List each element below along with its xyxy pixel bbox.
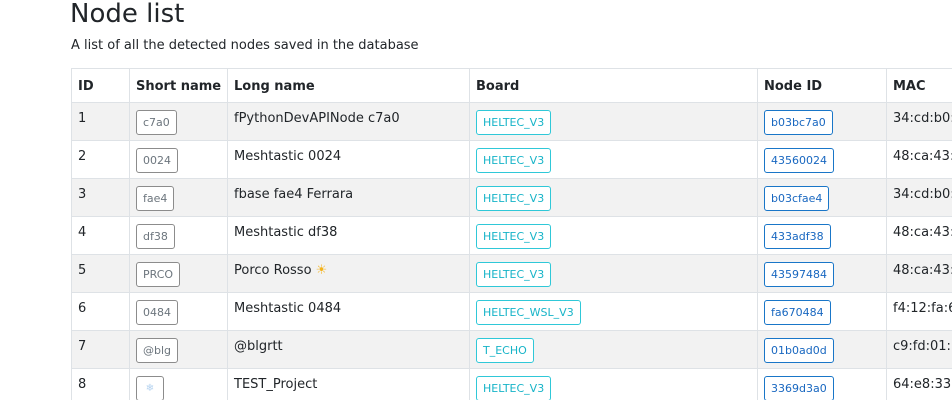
table-row[interactable]: 6 0484 Meshtastic 0484 HELTEC_WSL_V3 fa6… — [71, 292, 952, 331]
node-list-page: Node list A list of all the detected nod… — [0, 0, 952, 400]
cell-long-name: fPythonDevAPINode c7a0 — [227, 102, 470, 141]
column-header-long-name[interactable]: Long name — [227, 68, 470, 103]
cell-long-name: TEST_Project — [227, 368, 470, 400]
cell-board: HELTEC_V3 — [469, 368, 758, 400]
cell-id: 1 — [71, 102, 130, 141]
board-badge: HELTEC_WSL_V3 — [476, 300, 581, 325]
cell-short-name: c7a0 — [129, 102, 228, 141]
board-badge: HELTEC_V3 — [476, 186, 552, 211]
cell-long-name: fbase fae4 Ferrara — [227, 178, 470, 217]
node-table: ID Short name Long name Board Node ID MA… — [71, 68, 952, 400]
cell-id: 8 — [71, 368, 130, 400]
cell-short-name: PRCO — [129, 254, 228, 293]
table-row[interactable]: 7 @blg @blgrtt T_ECHO 01b0ad0d c9:fd:01:… — [71, 330, 952, 369]
short-name-badge: c7a0 — [136, 110, 177, 135]
short-name-badge: @blg — [136, 338, 179, 363]
cell-short-name: @blg — [129, 330, 228, 369]
table-row[interactable]: 8 ❄ TEST_Project HELTEC_V3 3369d3a0 64:e… — [71, 368, 952, 400]
cell-board: HELTEC_V3 — [469, 102, 758, 141]
cell-mac: 34:cd:b0:3b:c7:a0 — [886, 102, 952, 141]
short-name-badge: 0024 — [136, 148, 178, 173]
cell-long-name: Porco Rosso ☀ — [227, 254, 470, 293]
cell-id: 5 — [71, 254, 130, 293]
cell-long-name: Meshtastic 0484 — [227, 292, 470, 331]
board-badge: HELTEC_V3 — [476, 148, 552, 173]
column-header-node-id[interactable]: Node ID — [757, 68, 887, 103]
table-header-row: ID Short name Long name Board Node ID MA… — [71, 68, 952, 103]
table-row[interactable]: 1 c7a0 fPythonDevAPINode c7a0 HELTEC_V3 … — [71, 102, 952, 141]
board-badge: HELTEC_V3 — [476, 224, 552, 249]
cell-node-id: 43597484 — [757, 254, 887, 293]
cell-board: HELTEC_V3 — [469, 178, 758, 217]
cell-mac: f4:12:fa:67:04:84 — [886, 292, 952, 331]
node-id-link[interactable]: 433adf38 — [764, 224, 831, 249]
cell-node-id: fa670484 — [757, 292, 887, 331]
cell-short-name: df38 — [129, 216, 228, 255]
table-row[interactable]: 2 0024 Meshtastic 0024 HELTEC_V3 4356002… — [71, 140, 952, 179]
short-name-badge: df38 — [136, 224, 175, 249]
short-name-badge: fae4 — [136, 186, 175, 211]
cell-board: T_ECHO — [469, 330, 758, 369]
cell-node-id: b03cfae4 — [757, 178, 887, 217]
board-badge: T_ECHO — [476, 338, 534, 363]
short-name-badge: 0484 — [136, 300, 178, 325]
cell-board: HELTEC_V3 — [469, 140, 758, 179]
cell-id: 7 — [71, 330, 130, 369]
page-subtitle: A list of all the detected nodes saved i… — [71, 38, 419, 53]
cell-mac: 48:ca:43:59:74:84 — [886, 254, 952, 293]
node-id-link[interactable]: 43560024 — [764, 148, 834, 173]
long-name-text: Porco Rosso — [234, 263, 312, 278]
sun-icon: ☀ — [315, 263, 328, 278]
cell-long-name: Meshtastic 0024 — [227, 140, 470, 179]
cell-short-name: ❄ — [129, 368, 228, 400]
cell-id: 4 — [71, 216, 130, 255]
cell-mac: 48:ca:43:3a:df:38 — [886, 216, 952, 255]
table-row[interactable]: 3 fae4 fbase fae4 Ferrara HELTEC_V3 b03c… — [71, 178, 952, 217]
cell-id: 2 — [71, 140, 130, 179]
cell-long-name: @blgrtt — [227, 330, 470, 369]
board-badge: HELTEC_V3 — [476, 262, 552, 287]
cell-short-name: 0024 — [129, 140, 228, 179]
node-id-link[interactable]: 01b0ad0d — [764, 338, 834, 363]
board-badge: HELTEC_V3 — [476, 376, 552, 400]
cell-node-id: 433adf38 — [757, 216, 887, 255]
column-header-mac[interactable]: MAC — [886, 68, 952, 103]
cell-long-name: Meshtastic df38 — [227, 216, 470, 255]
board-badge: HELTEC_V3 — [476, 110, 552, 135]
cell-node-id: 01b0ad0d — [757, 330, 887, 369]
cell-node-id: b03bc7a0 — [757, 102, 887, 141]
snowflake-icon: ❄ — [136, 376, 164, 400]
cell-node-id: 43560024 — [757, 140, 887, 179]
column-header-id[interactable]: ID — [71, 68, 130, 103]
cell-id: 6 — [71, 292, 130, 331]
short-name-badge: PRCO — [136, 262, 181, 287]
node-id-link[interactable]: 3369d3a0 — [764, 376, 834, 400]
column-header-short-name[interactable]: Short name — [129, 68, 228, 103]
cell-mac: 64:e8:33:69:d3:a0 — [886, 368, 952, 400]
column-header-board[interactable]: Board — [469, 68, 758, 103]
node-table-container: ID Short name Long name Board Node ID MA… — [71, 68, 952, 400]
cell-node-id: 3369d3a0 — [757, 368, 887, 400]
cell-board: HELTEC_WSL_V3 — [469, 292, 758, 331]
node-id-link[interactable]: b03bc7a0 — [764, 110, 833, 135]
cell-id: 3 — [71, 178, 130, 217]
cell-mac: 34:cd:b0:3c:fa:e4 — [886, 178, 952, 217]
cell-board: HELTEC_V3 — [469, 254, 758, 293]
cell-board: HELTEC_V3 — [469, 216, 758, 255]
cell-short-name: fae4 — [129, 178, 228, 217]
table-row[interactable]: 5 PRCO Porco Rosso ☀ HELTEC_V3 43597484 … — [71, 254, 952, 293]
cell-short-name: 0484 — [129, 292, 228, 331]
node-id-link[interactable]: 43597484 — [764, 262, 834, 287]
cell-mac: 48:ca:43:56:00:24 — [886, 140, 952, 179]
node-id-link[interactable]: fa670484 — [764, 300, 831, 325]
page-title: Node list — [70, 0, 185, 29]
node-id-link[interactable]: b03cfae4 — [764, 186, 830, 211]
cell-mac: c9:fd:01:b0:ad:0d — [886, 330, 952, 369]
table-row[interactable]: 4 df38 Meshtastic df38 HELTEC_V3 433adf3… — [71, 216, 952, 255]
